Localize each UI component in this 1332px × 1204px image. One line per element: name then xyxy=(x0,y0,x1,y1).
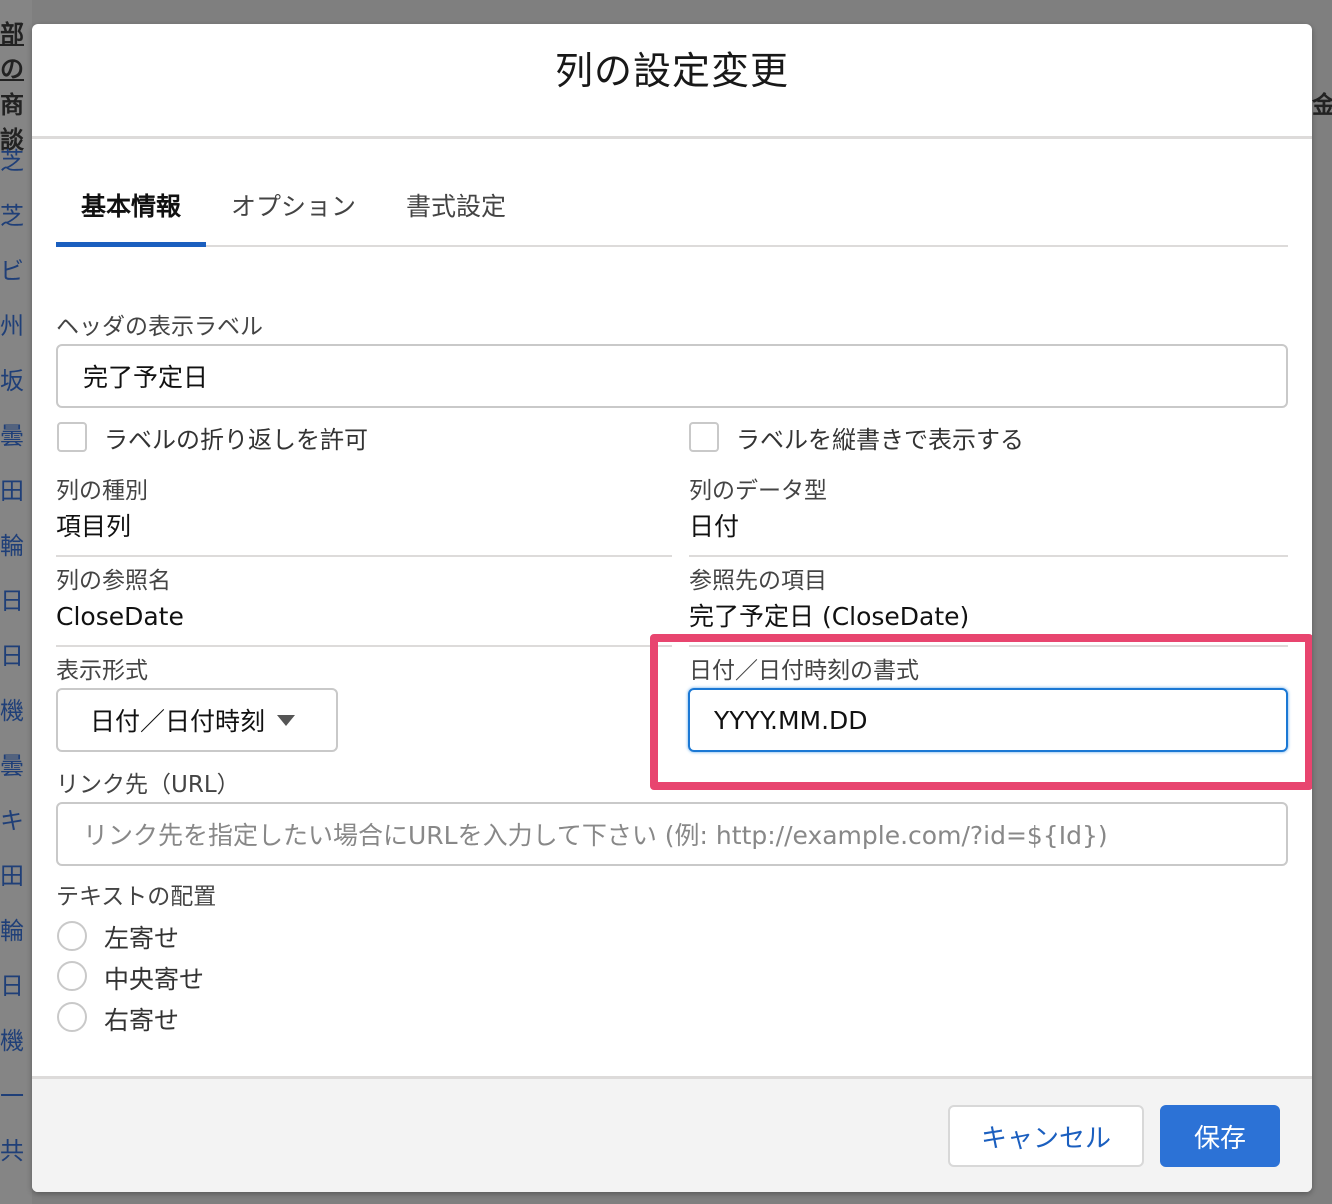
background-top-heading: 部の xyxy=(0,20,24,83)
background-row: キ xyxy=(0,794,32,849)
vertical-label-checkbox-label: ラベルを縦書きで表示する xyxy=(736,426,1024,454)
date-format-label: 日付／日付時刻の書式 xyxy=(689,658,919,684)
link-url-label: リンク先（URL） xyxy=(56,772,240,798)
background-row: 曇 xyxy=(0,409,32,464)
background-row-text: 芝 xyxy=(0,147,24,175)
background-row-text: 共 xyxy=(0,1137,24,1165)
tab-basic-info[interactable]: 基本情報 xyxy=(56,139,207,247)
align-right-label: 右寄せ xyxy=(104,1006,180,1035)
background-row: 曇 xyxy=(0,739,32,794)
display-format-select[interactable]: 日付／日付時刻 xyxy=(56,688,338,752)
display-format-value: 日付／日付時刻 xyxy=(90,707,266,736)
reference-name-label: 列の参照名 xyxy=(56,568,171,594)
background-row: 一 xyxy=(0,1069,32,1124)
background-row-text: 田 xyxy=(0,862,24,890)
wrap-label-checkbox-label: ラベルの折り返しを許可 xyxy=(104,426,368,454)
column-settings-modal: 列の設定変更 基本情報 オプション 書式設定 ヘッダの表示ラベル 完了予定日 ラ… xyxy=(32,24,1312,1192)
display-format-label: 表示形式 xyxy=(56,658,148,684)
background-row: 機 xyxy=(0,1014,32,1069)
data-type-value: 日付 xyxy=(689,511,1288,557)
header-label-input[interactable]: 完了予定日 xyxy=(56,344,1288,408)
caret-down-icon xyxy=(277,714,296,726)
align-center-label: 中央寄せ xyxy=(104,965,205,994)
align-left-radio[interactable] xyxy=(57,921,87,951)
background-row-text: 機 xyxy=(0,697,24,725)
background-row: 坂 xyxy=(0,354,32,409)
align-left-label: 左寄せ xyxy=(104,924,180,953)
modal-footer: キャンセル 保存 xyxy=(32,1076,1312,1192)
background-row-text: 州 xyxy=(0,312,24,340)
column-type-label: 列の種別 xyxy=(56,478,148,504)
background-row: 日 xyxy=(0,629,32,684)
save-button[interactable]: 保存 xyxy=(1160,1105,1280,1167)
background-row-text: 日 xyxy=(0,587,24,615)
background-row: 州 xyxy=(0,299,32,354)
reference-field-label: 参照先の項目 xyxy=(689,568,827,594)
cancel-button[interactable]: キャンセル xyxy=(948,1105,1144,1167)
align-center-radio[interactable] xyxy=(57,961,87,991)
wrap-label-checkbox[interactable] xyxy=(57,422,87,452)
background-row: 田 xyxy=(0,849,32,904)
link-url-placeholder: リンク先を指定したい場合にURLを入力して下さい (例: http://exam… xyxy=(83,821,1108,850)
background-row-text: 日 xyxy=(0,642,24,670)
link-url-input[interactable]: リンク先を指定したい場合にURLを入力して下さい (例: http://exam… xyxy=(56,802,1288,866)
text-align-label: テキストの配置 xyxy=(56,884,217,910)
vertical-label-checkbox[interactable] xyxy=(689,422,719,452)
background-row: 共 xyxy=(0,1124,32,1179)
background-row-text: 輪 xyxy=(0,532,24,560)
reference-name-value: CloseDate xyxy=(56,601,672,647)
background-row-text: 一 xyxy=(0,1082,24,1110)
tab-bar: 基本情報 オプション 書式設定 xyxy=(56,139,1288,247)
background-row-text: 芝 xyxy=(0,202,24,230)
background-row: 日 xyxy=(0,959,32,1014)
background-row: 輪 xyxy=(0,904,32,959)
header-label-label: ヘッダの表示ラベル xyxy=(56,314,263,340)
modal-header: 列の設定変更 xyxy=(32,24,1312,139)
background-row-text: キ xyxy=(0,807,24,835)
background-row-text: 日 xyxy=(0,972,24,1000)
background-row-text: ビ xyxy=(0,257,24,285)
background-row: 日 xyxy=(0,574,32,629)
background-row: ビ xyxy=(0,244,32,299)
background-row: 機 xyxy=(0,684,32,739)
background-row-text: 坂 xyxy=(0,367,24,395)
background-row: 芝 xyxy=(0,189,32,244)
tab-options[interactable]: オプション xyxy=(206,139,381,245)
data-type-label: 列のデータ型 xyxy=(689,478,827,504)
align-right-radio[interactable] xyxy=(57,1002,87,1032)
background-row: 輪 xyxy=(0,519,32,574)
background-right-heading: 金 xyxy=(1312,91,1332,119)
background-row-text: 曇 xyxy=(0,422,24,450)
background-row-text: 機 xyxy=(0,1027,24,1055)
date-format-input[interactable]: YYYY.MM.DD xyxy=(688,688,1288,752)
background-row-text: 田 xyxy=(0,477,24,505)
modal-body: 基本情報 オプション 書式設定 ヘッダの表示ラベル 完了予定日 ラベルの折り返し… xyxy=(56,139,1312,1035)
tab-format-settings[interactable]: 書式設定 xyxy=(381,139,531,245)
background-row-text: 輪 xyxy=(0,917,24,945)
background-row-text: 曇 xyxy=(0,752,24,780)
background-row: 田 xyxy=(0,464,32,519)
modal-title: 列の設定変更 xyxy=(554,48,789,93)
background-row: 芝 xyxy=(0,134,32,189)
column-type-value: 項目列 xyxy=(56,511,672,557)
